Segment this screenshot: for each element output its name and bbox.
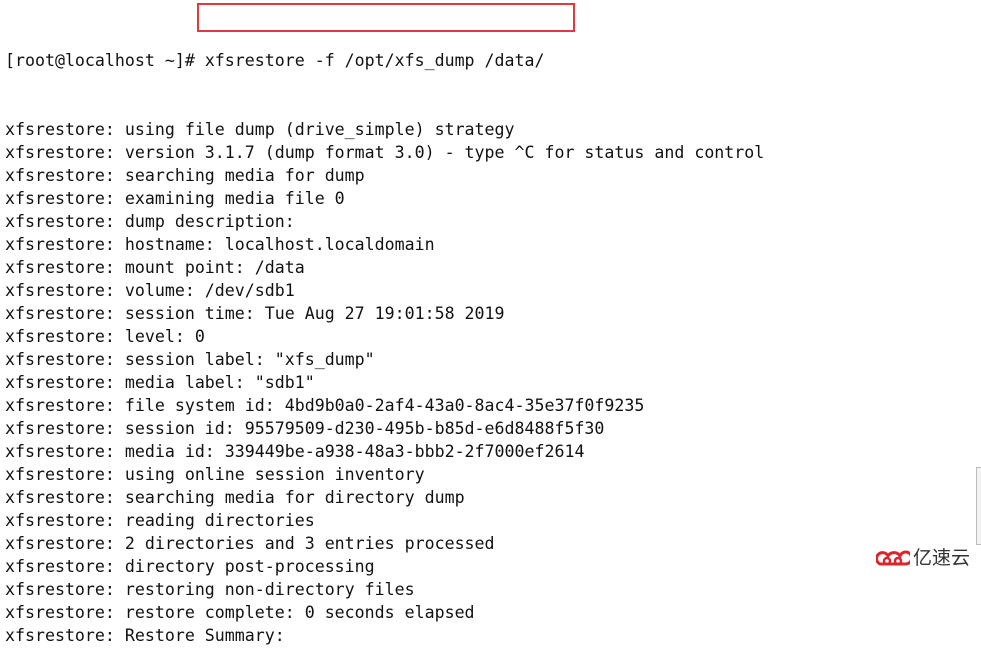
watermark-text: 亿速云 bbox=[913, 547, 971, 569]
output-line: xfsrestore: restoring non-directory file… bbox=[5, 580, 415, 599]
output-line: xfsrestore: using file dump (drive_simpl… bbox=[5, 120, 515, 139]
output-line: xfsrestore: level: 0 bbox=[5, 327, 205, 346]
output-line: xfsrestore: file system id: 4bd9b0a0-2af… bbox=[5, 396, 645, 415]
output-line: xfsrestore: session label: "xfs_dump" bbox=[5, 350, 375, 369]
command-text: xfsrestore -f /opt/xfs_dump /data/ bbox=[204, 51, 545, 70]
watermark-logo: 亿速云 bbox=[876, 543, 970, 570]
output-line: xfsrestore: searching media for director… bbox=[5, 488, 465, 507]
output-line: xfsrestore: hostname: localhost.localdom… bbox=[5, 235, 435, 254]
command-highlight-box bbox=[197, 3, 575, 32]
command-line: [root@localhost ~]# xfsrestore -f /opt/x… bbox=[5, 49, 764, 72]
shell-prompt: [root@localhost ~]# bbox=[5, 51, 205, 70]
output-line: xfsrestore: directory post-processing bbox=[5, 557, 375, 576]
output-line: xfsrestore: Restore Summary: bbox=[5, 626, 285, 645]
output-line: xfsrestore: reading directories bbox=[5, 511, 315, 530]
output-line: xfsrestore: using online session invento… bbox=[5, 465, 425, 484]
output-line: xfsrestore: media id: 339449be-a938-48a3… bbox=[5, 442, 585, 461]
output-line: xfsrestore: dump description: bbox=[5, 212, 295, 231]
output-line: xfsrestore: session id: 95579509-d230-49… bbox=[5, 419, 605, 438]
output-line: xfsrestore: version 3.1.7 (dump format 3… bbox=[5, 143, 765, 162]
output-line: xfsrestore: examining media file 0 bbox=[5, 189, 345, 208]
output-line: xfsrestore: 2 directories and 3 entries … bbox=[5, 534, 495, 553]
output-line: xfsrestore: session time: Tue Aug 27 19:… bbox=[5, 304, 505, 323]
scrollbar[interactable] bbox=[976, 467, 981, 545]
output-line: xfsrestore: media label: "sdb1" bbox=[5, 373, 315, 392]
cloud-logo-icon bbox=[876, 550, 910, 565]
output-line: xfsrestore: mount point: /data bbox=[5, 258, 305, 277]
output-line: xfsrestore: restore complete: 0 seconds … bbox=[5, 603, 475, 622]
output-line: xfsrestore: searching media for dump bbox=[5, 166, 365, 185]
output-line: xfsrestore: volume: /dev/sdb1 bbox=[5, 281, 295, 300]
